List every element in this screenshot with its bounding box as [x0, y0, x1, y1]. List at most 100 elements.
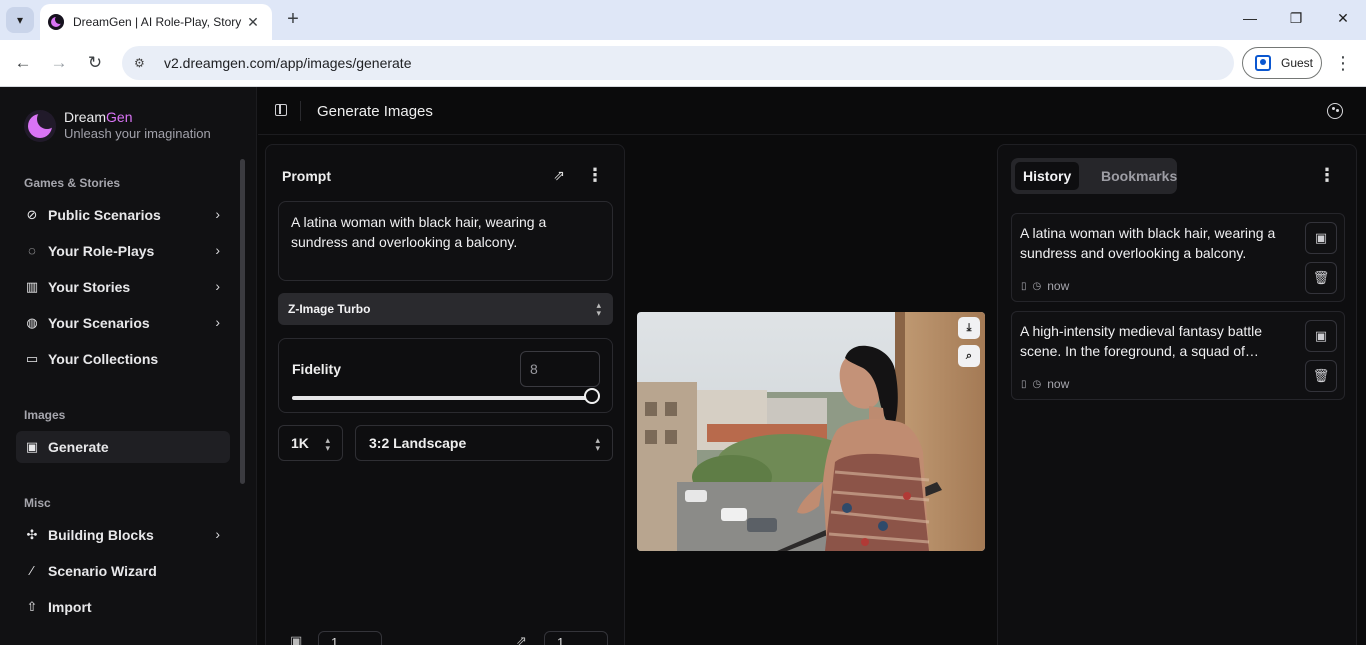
sidebar-scrollbar[interactable]	[240, 159, 245, 484]
profile-label: Guest	[1281, 56, 1314, 70]
history-item-time: now	[1047, 279, 1070, 293]
sidebar-item-scenario-wizard[interactable]: ⁄ Scenario Wizard	[16, 555, 230, 587]
resolution-select[interactable]: 1K ▴ ▾	[278, 425, 343, 461]
aspect-ratio-select[interactable]: 3:2 Landscape ▴ ▾	[355, 425, 613, 461]
image-count-input[interactable]: 1	[318, 631, 382, 645]
brand-tagline: Unleash your imagination	[64, 126, 211, 141]
brand-name-part2: Gen	[106, 109, 133, 125]
download-icon[interactable]: ⤓	[958, 317, 980, 339]
reuse-image-icon[interactable]: ▣	[1305, 320, 1337, 352]
magic-wand-icon: ⁄	[30, 563, 34, 578]
updown-chevron-icon: ▴ ▾	[596, 300, 601, 318]
fidelity-label: Fidelity	[292, 361, 342, 377]
image-count-icon: ▣	[290, 633, 303, 645]
sidebar-item-collections[interactable]: ▭ Your Collections	[16, 343, 230, 375]
chevron-right-icon: ›	[215, 278, 220, 294]
brand-name-part1: Dream	[64, 109, 107, 125]
variation-icon: ⇗	[516, 633, 527, 645]
profile-button[interactable]: Guest	[1242, 47, 1322, 79]
dreamgen-logo-icon	[24, 109, 56, 142]
section-images: Images	[24, 408, 66, 422]
sidebar-item-label: Import	[48, 599, 92, 615]
reuse-image-icon[interactable]: ▣	[1305, 222, 1337, 254]
clock-icon: ◷	[1032, 378, 1042, 390]
compass-icon: ⊘	[26, 207, 38, 222]
back-button[interactable]: ←	[11, 52, 35, 76]
updown-chevron-icon: ▴ ▾	[595, 435, 600, 453]
browser-menu-icon[interactable]: ⋮	[1334, 52, 1352, 74]
tab-history[interactable]: History	[1015, 162, 1080, 190]
updown-chevron-icon: ▴ ▾	[325, 435, 330, 453]
history-item-text: A high-intensity medieval fantasy battle…	[1020, 323, 1263, 359]
fidelity-slider-thumb[interactable]	[584, 388, 600, 404]
history-item[interactable]: A latina woman with black hair, wearing …	[1011, 213, 1345, 302]
minimize-window-button[interactable]: —	[1240, 10, 1260, 26]
page-header: Generate Images	[258, 87, 1366, 135]
history-item-text: A latina woman with black hair, wearing …	[1020, 225, 1276, 261]
delete-icon[interactable]: 🗑	[1305, 262, 1337, 294]
zoom-icon[interactable]: ⌕	[958, 345, 980, 367]
close-tab-icon[interactable]: ✕	[244, 14, 262, 31]
share-icon[interactable]: ⇗	[551, 167, 567, 183]
restore-window-button[interactable]: ❐	[1286, 10, 1306, 27]
browser-toolbar: ← → ↻ ⚙ v2.dreamgen.com/app/images/gener…	[0, 40, 1366, 87]
chevron-right-icon: ›	[215, 526, 220, 542]
page-title: Generate Images	[317, 103, 433, 120]
puzzle-icon: ✣	[26, 527, 38, 542]
forward-button[interactable]: →	[47, 52, 71, 76]
sidebar-toggle-icon[interactable]	[275, 104, 287, 116]
generated-image[interactable]: ⤓ ⌕	[637, 312, 985, 551]
sidebar-item-label: Your Stories	[48, 279, 131, 295]
sidebar-item-label: Scenario Wizard	[48, 563, 157, 579]
close-window-button[interactable]: ✕	[1333, 10, 1353, 27]
sidebar-item-import[interactable]: ⇧ Import	[16, 591, 230, 623]
url-text: v2.dreamgen.com/app/images/generate	[164, 55, 412, 71]
model-select[interactable]: Z-Image Turbo ▴ ▾	[278, 293, 613, 325]
tab-title: DreamGen | AI Role-Play, Story	[73, 15, 242, 29]
sidebar-item-label: Public Scenarios	[48, 207, 161, 223]
sidebar-item-role-plays[interactable]: ◌ Your Role-Plays ›	[16, 235, 230, 267]
history-item-meta: ▯ ◷ now	[1021, 377, 1069, 391]
bookmark-icon[interactable]: ▯	[1021, 281, 1027, 292]
sidebar-item-label: Your Role-Plays	[48, 243, 155, 259]
tab-bookmarks[interactable]: Bookmarks	[1093, 162, 1185, 190]
sidebar-item-generate[interactable]: ▣ Generate	[16, 431, 230, 463]
prompt-menu-icon[interactable]: ⋮	[586, 166, 604, 184]
site-info-icon[interactable]: ⚙	[134, 56, 150, 70]
chevron-right-icon: ›	[215, 242, 220, 258]
sidebar-item-stories[interactable]: ▥ Your Stories ›	[16, 271, 230, 303]
address-bar[interactable]: ⚙ v2.dreamgen.com/app/images/generate	[122, 46, 1234, 80]
aspect-ratio-value: 3:2 Landscape	[369, 435, 467, 451]
variation-count-input[interactable]: 1	[544, 631, 608, 645]
history-item-time: now	[1047, 377, 1070, 391]
image-stack-icon: ▣	[25, 439, 39, 454]
prompt-input[interactable]: A latina woman with black hair, wearing …	[278, 201, 613, 281]
history-item-meta: ▯ ◷ now	[1021, 279, 1069, 293]
header-divider	[300, 101, 301, 121]
theme-palette-icon[interactable]	[1327, 103, 1343, 119]
brand[interactable]: DreamGen Unleash your imagination	[24, 109, 211, 142]
history-tabs: History Bookmarks	[1011, 158, 1177, 194]
book-icon: ▥	[25, 279, 39, 294]
new-tab-button[interactable]: +	[282, 8, 304, 30]
browser-tab[interactable]: DreamGen | AI Role-Play, Story ✕	[40, 4, 272, 40]
fidelity-slider-track[interactable]	[292, 396, 592, 400]
fidelity-input[interactable]: 8	[520, 351, 600, 387]
section-misc: Misc	[24, 496, 51, 510]
sidebar-item-scenarios[interactable]: ◍ Your Scenarios ›	[16, 307, 230, 339]
sidebar: DreamGen Unleash your imagination Games …	[0, 87, 257, 645]
reload-button[interactable]: ↻	[83, 52, 107, 76]
history-menu-icon[interactable]: ⋮	[1318, 166, 1336, 184]
delete-icon[interactable]: 🗑	[1305, 360, 1337, 392]
fidelity-control: Fidelity 8	[278, 338, 613, 413]
tab-search-button[interactable]: ▾	[6, 7, 34, 33]
prompt-panel: Prompt ⇗ ⋮ A latina woman with black hai…	[265, 144, 625, 645]
resolution-value: 1K	[291, 435, 309, 451]
history-item[interactable]: A high-intensity medieval fantasy battle…	[1011, 311, 1345, 400]
chevron-right-icon: ›	[215, 314, 220, 330]
sidebar-item-building-blocks[interactable]: ✣ Building Blocks ›	[16, 519, 230, 551]
bookmark-icon[interactable]: ▯	[1021, 379, 1027, 390]
generated-image-picture	[637, 312, 985, 551]
chat-bubble-icon: ◌	[28, 243, 36, 258]
sidebar-item-public-scenarios[interactable]: ⊘ Public Scenarios ›	[16, 199, 230, 231]
